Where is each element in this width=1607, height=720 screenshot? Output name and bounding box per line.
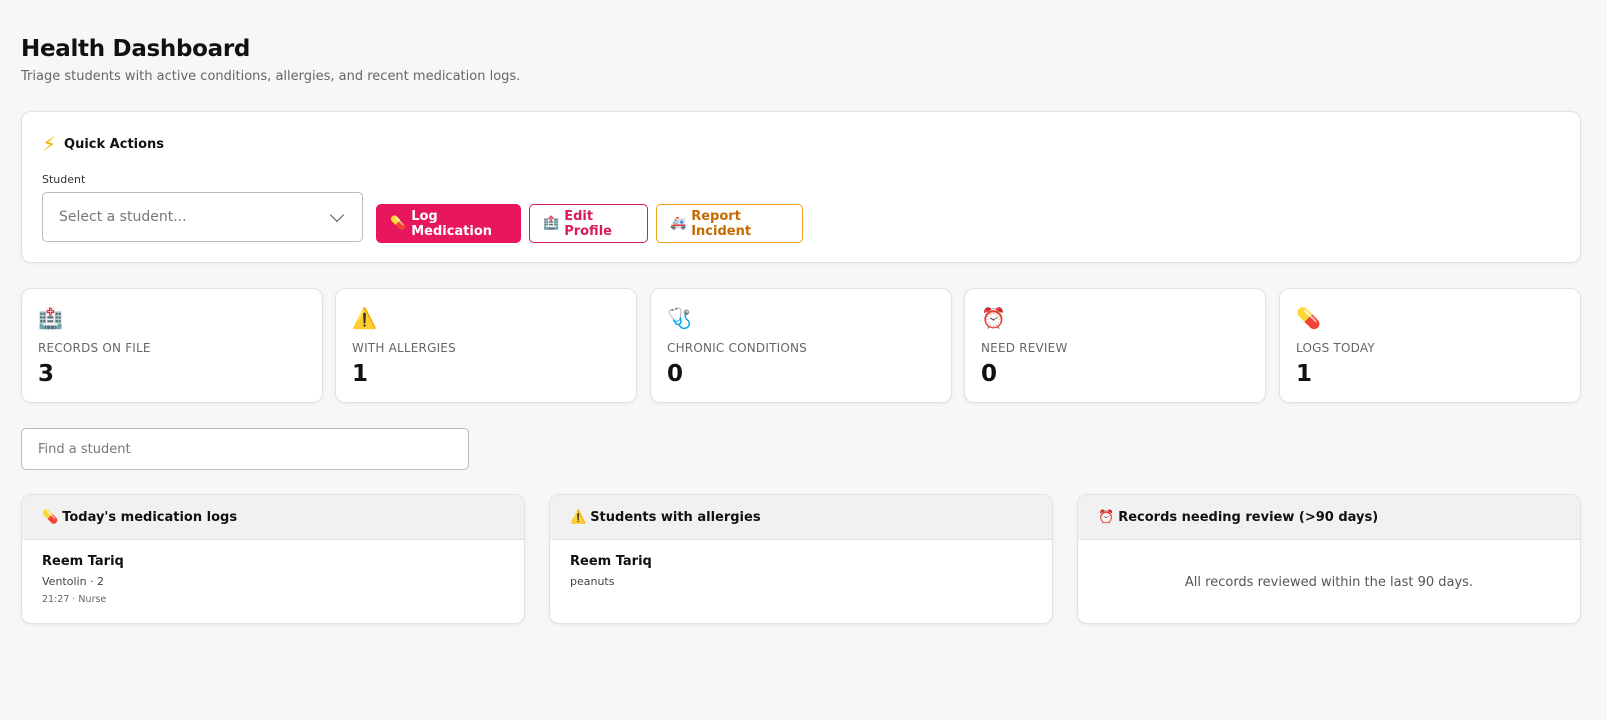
quick-actions-title: Quick Actions bbox=[64, 136, 165, 152]
allergy-detail: peanuts bbox=[570, 575, 615, 588]
stat-card-chronic-conditions: 🩺 CHRONIC CONDITIONS 0 bbox=[650, 288, 952, 403]
allergies-panel: ⚠️ Students with allergies Reem Tariq pe… bbox=[549, 494, 1053, 624]
empty-state-text: All records reviewed within the last 90 … bbox=[1184, 575, 1474, 590]
stat-label: WITH ALLERGIES bbox=[352, 341, 456, 355]
quick-actions-header: ⚡ Quick Actions bbox=[42, 134, 164, 154]
student-search-input[interactable] bbox=[21, 428, 469, 470]
medication-detail: Ventolin · 2 bbox=[42, 575, 105, 588]
stat-label: NEED REVIEW bbox=[981, 341, 1068, 355]
stat-card-logs-today: 💊 LOGS TODAY 1 bbox=[1279, 288, 1581, 403]
edit-profile-button[interactable]: 🏥 Edit Profile bbox=[529, 204, 648, 243]
lightning-icon: ⚡ bbox=[42, 132, 57, 156]
stat-card-records-on-file: 🏥 RECORDS ON FILE 3 bbox=[21, 288, 323, 403]
stat-card-with-allergies: ⚠️ WITH ALLERGIES 1 bbox=[335, 288, 637, 403]
stat-label: CHRONIC CONDITIONS bbox=[667, 341, 807, 355]
page-subtitle: Triage students with active conditions, … bbox=[21, 69, 521, 84]
stat-card-need-review: ⏰ NEED REVIEW 0 bbox=[964, 288, 1266, 403]
panel-title: Records needing review (>90 days) bbox=[1118, 509, 1379, 525]
medication-logs-panel: 💊 Today's medication logs Reem Tariq Ven… bbox=[21, 494, 525, 624]
page-title: Health Dashboard bbox=[21, 36, 251, 62]
report-incident-button[interactable]: 🚑 Report Incident bbox=[656, 204, 803, 243]
review-panel: ⏰ Records needing review (>90 days) All … bbox=[1077, 494, 1581, 624]
panel-header: 💊 Today's medication logs bbox=[22, 495, 524, 540]
ambulance-icon: 🚑 bbox=[670, 216, 687, 231]
warning-icon: ⚠️ bbox=[352, 306, 377, 330]
list-item[interactable]: Reem Tariq peanuts bbox=[550, 540, 1052, 602]
student-select-value: Select a student... bbox=[59, 209, 187, 225]
report-incident-label: Report Incident bbox=[691, 208, 752, 239]
pill-icon: 💊 bbox=[42, 509, 59, 525]
panel-header: ⚠️ Students with allergies bbox=[550, 495, 1052, 540]
chevron-down-icon bbox=[329, 207, 345, 222]
quick-actions-card: ⚡ Quick Actions Student Select a student… bbox=[21, 111, 1581, 263]
student-name: Reem Tariq bbox=[570, 554, 652, 569]
pill-icon: 💊 bbox=[1296, 306, 1321, 330]
list-item[interactable]: Reem Tariq Ventolin · 2 21:27 · Nurse bbox=[22, 540, 524, 619]
health-dashboard-page: Health Dashboard Triage students with ac… bbox=[0, 0, 1607, 720]
hospital-icon: 🏥 bbox=[543, 216, 560, 231]
warning-icon: ⚠️ bbox=[570, 509, 587, 525]
student-name: Reem Tariq bbox=[42, 554, 124, 569]
log-meta: 21:27 · Nurse bbox=[42, 594, 107, 605]
log-medication-label: Log Medication bbox=[411, 208, 493, 239]
stat-value: 1 bbox=[1296, 361, 1313, 387]
student-select-label: Student bbox=[42, 173, 86, 186]
panel-title: Students with allergies bbox=[590, 509, 761, 525]
stat-label: RECORDS ON FILE bbox=[38, 341, 151, 355]
stat-label: LOGS TODAY bbox=[1296, 341, 1375, 355]
log-medication-button[interactable]: 💊 Log Medication bbox=[376, 204, 521, 243]
panel-header: ⏰ Records needing review (>90 days) bbox=[1078, 495, 1580, 540]
panel-title: Today's medication logs bbox=[62, 509, 238, 525]
stat-value: 1 bbox=[352, 361, 369, 387]
stat-value: 0 bbox=[981, 361, 998, 387]
stat-value: 3 bbox=[38, 361, 55, 387]
hospital-icon: 🏥 bbox=[38, 306, 63, 330]
student-select[interactable]: Select a student... bbox=[42, 192, 363, 242]
stat-value: 0 bbox=[667, 361, 684, 387]
alarm-clock-icon: ⏰ bbox=[1098, 509, 1115, 525]
stethoscope-icon: 🩺 bbox=[667, 306, 692, 330]
edit-profile-label: Edit Profile bbox=[564, 208, 612, 239]
pill-icon: 💊 bbox=[390, 216, 407, 231]
alarm-clock-icon: ⏰ bbox=[981, 306, 1006, 330]
